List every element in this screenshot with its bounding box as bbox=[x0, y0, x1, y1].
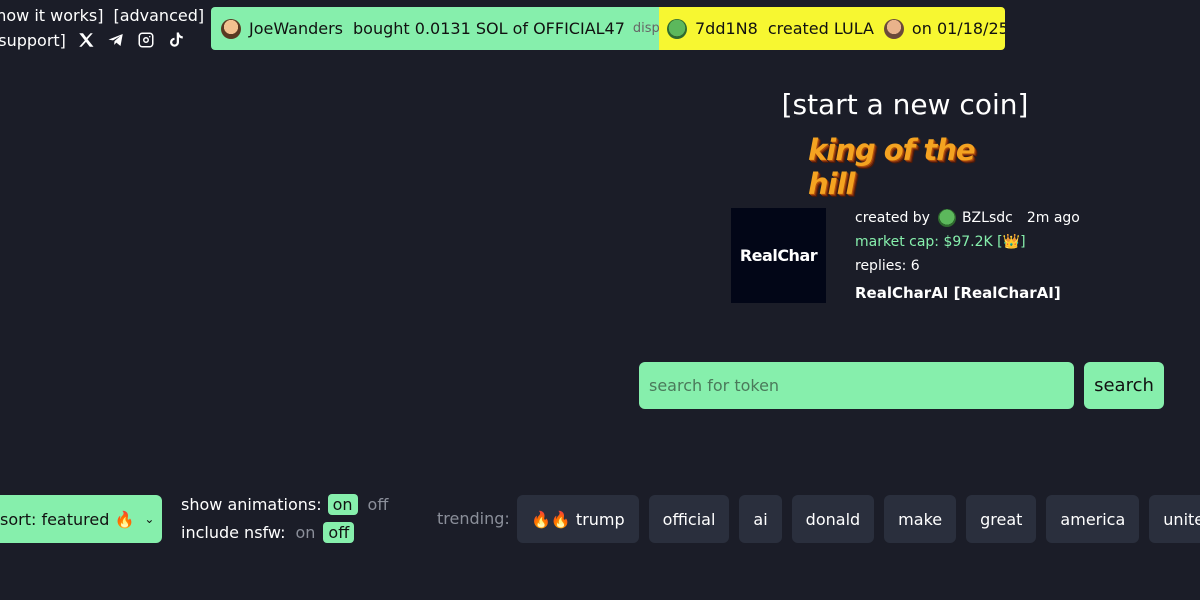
trending-chip[interactable]: make bbox=[884, 495, 957, 543]
replies-count: replies: 6 bbox=[855, 258, 920, 274]
trending-chip[interactable]: america bbox=[1046, 495, 1140, 543]
ticker-buy[interactable]: JoeWanders bought 0.0131 SOL of OFFICIAL… bbox=[211, 7, 659, 50]
time-ago: 2m ago bbox=[1026, 210, 1080, 226]
top-nav: [how it works] [advanced] bbox=[0, 6, 214, 25]
animations-label: show animations: bbox=[181, 495, 322, 514]
ticker-create-date: on 01/18/25 bbox=[911, 19, 1005, 38]
x-icon[interactable] bbox=[76, 30, 96, 50]
nsfw-off-button[interactable]: off bbox=[323, 522, 355, 543]
market-cap: market cap: $97.2K [👑] bbox=[855, 234, 1026, 250]
ticker-create[interactable]: 7dd1N8 created LULA on 01/18/25 bbox=[659, 7, 1005, 50]
ticker-create-user[interactable]: 7dd1N8 bbox=[695, 19, 758, 38]
nsfw-label: include nsfw: bbox=[181, 523, 286, 542]
avatar bbox=[667, 18, 687, 39]
how-it-works-link[interactable]: [how it works] bbox=[0, 6, 103, 25]
ticker-create-text: created LULA bbox=[767, 19, 874, 38]
sort-dropdown[interactable]: sort: featured 🔥 ⌄ bbox=[0, 495, 162, 543]
trending-chip[interactable]: great bbox=[966, 495, 1037, 543]
token-card[interactable]: created by BZLsdc 2m ago market cap: $97… bbox=[855, 206, 1080, 305]
creator-avatar bbox=[937, 209, 956, 227]
king-of-the-hill-banner: king of the hill bbox=[808, 133, 976, 201]
trending-chips: 🔥🔥 trump official ai donald make great a… bbox=[517, 495, 1200, 543]
trending-chip[interactable]: official bbox=[648, 495, 730, 543]
instagram-icon[interactable] bbox=[136, 30, 156, 50]
token-name[interactable]: RealCharAI [RealCharAI] bbox=[855, 281, 1080, 305]
search-button[interactable]: search bbox=[1084, 362, 1164, 409]
trending-chip[interactable]: 🔥🔥 trump bbox=[517, 495, 639, 543]
trending-chip[interactable]: ai bbox=[739, 495, 782, 543]
ticker-buy-user[interactable]: JoeWanders bbox=[249, 19, 343, 38]
trending-chip[interactable]: donald bbox=[791, 495, 875, 543]
start-new-coin-link[interactable]: [start a new coin] bbox=[760, 88, 1050, 121]
token-image-logo: RealChar bbox=[739, 246, 818, 265]
ticker-buy-trail: disp bbox=[632, 21, 659, 36]
search-input[interactable] bbox=[639, 362, 1074, 409]
support-link[interactable]: [support] bbox=[0, 31, 66, 50]
animations-off-button[interactable]: off bbox=[368, 495, 389, 514]
animations-on-button[interactable]: on bbox=[327, 494, 358, 515]
nsfw-toggle: include nsfw: on off bbox=[181, 522, 355, 543]
created-by-label: created by bbox=[855, 210, 930, 226]
sort-label: sort: featured 🔥 bbox=[0, 509, 135, 529]
telegram-icon[interactable] bbox=[106, 30, 126, 50]
advanced-link[interactable]: [advanced] bbox=[113, 6, 204, 25]
token-image[interactable]: RealChar bbox=[731, 208, 826, 303]
nav-row-social: [support] bbox=[0, 30, 186, 50]
animations-toggle: show animations: on off bbox=[181, 494, 388, 515]
avatar bbox=[221, 18, 241, 39]
token-avatar bbox=[883, 18, 904, 39]
trending-label: trending: bbox=[437, 509, 510, 528]
chevron-down-icon: ⌄ bbox=[144, 512, 155, 526]
nsfw-on-button[interactable]: on bbox=[295, 523, 315, 542]
ticker-buy-text: bought 0.0131 SOL of OFFICIAL47 bbox=[353, 19, 625, 38]
creator-name[interactable]: BZLsdc bbox=[962, 206, 1013, 230]
trending-chip[interactable]: united bbox=[1149, 495, 1200, 543]
creator-row: created by BZLsdc 2m ago bbox=[855, 206, 1080, 230]
tiktok-icon[interactable] bbox=[166, 30, 186, 50]
